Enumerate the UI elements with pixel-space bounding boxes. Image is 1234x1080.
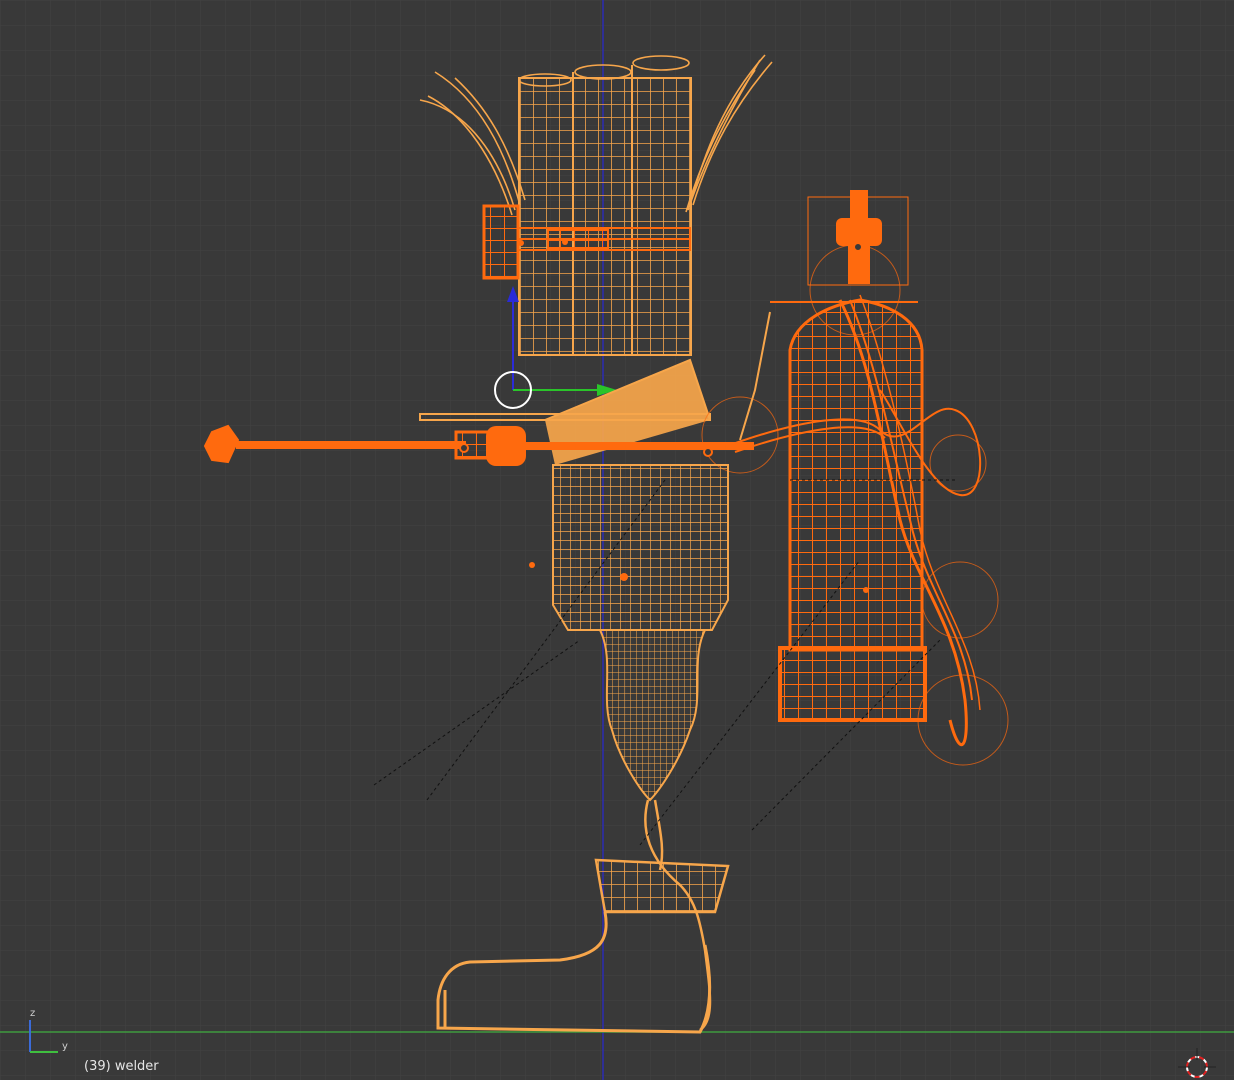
head-mesh[interactable] bbox=[518, 55, 692, 356]
viewport-object-info: (39) welder bbox=[84, 1059, 159, 1074]
boot-cuff[interactable] bbox=[594, 858, 730, 914]
viewport-canvas[interactable] bbox=[0, 0, 1234, 1080]
axis-widget-y-label: y bbox=[62, 1041, 68, 1052]
3d-viewport[interactable] bbox=[0, 0, 1234, 1080]
axis-widget-z-label: z bbox=[30, 1008, 36, 1019]
